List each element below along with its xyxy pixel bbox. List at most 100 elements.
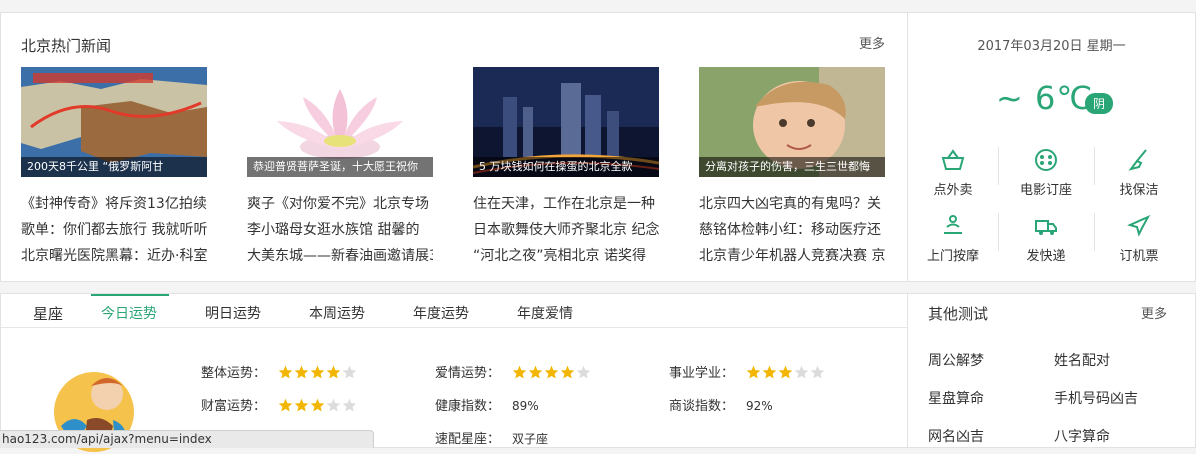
news-headline[interactable]: 李小璐母女逛水族馆 甜馨的 <box>247 217 433 243</box>
tests-more-link[interactable]: 更多 <box>1141 303 1167 322</box>
service-flight-booking[interactable]: 订机票 <box>1094 213 1184 264</box>
weather-panel: 2017年03月20日 星期一 ~ 6℃ 阴 点外卖 电影订座 找保洁 上门按摩… <box>907 12 1196 282</box>
news-headline[interactable]: 北京四大凶宅真的有鬼吗？关 <box>699 191 885 217</box>
service-label: 点外卖 <box>933 183 973 198</box>
star-filled-icon <box>294 365 309 379</box>
star-filled-icon <box>762 365 777 379</box>
star-filled-icon <box>310 398 325 412</box>
row-label: 健康指数： <box>435 399 501 414</box>
horoscope-panel: 星座 今日运势 明日运势 本周运势 年度运势 年度爱情 整体运势： 爱情运势： … <box>0 293 908 452</box>
news-thumbnail[interactable]: 200天8千公里 “俄罗斯阿甘 <box>21 67 207 177</box>
news-thumbnail[interactable]: 分离对孩子的伤害，三生三世都悔 <box>699 67 885 177</box>
tab-year[interactable]: 年度运势 <box>413 303 469 323</box>
news-headline[interactable]: 北京青少年机器人竞赛决赛 京 <box>699 243 885 269</box>
horoscope-row-match: 速配星座： 双子座 <box>435 428 548 447</box>
row-value: 双子座 <box>512 432 549 446</box>
news-panel: 北京热门新闻 更多 200天8千公里 “俄罗斯阿甘 《封神传奇》将斥资13亿拍续… <box>0 12 908 282</box>
news-thumbnail[interactable]: 5 万块钱如何在操蛋的北京全款 <box>473 67 659 177</box>
star-filled-icon <box>310 365 325 379</box>
news-thumbnail[interactable]: 恭迎普贤菩萨圣诞，十大愿王祝你 <box>247 67 433 177</box>
news-card: 200天8千公里 “俄罗斯阿甘 《封神传奇》将斥资13亿拍续 歌单：你们都去旅行… <box>21 67 207 269</box>
horoscope-row-career: 事业学业： <box>669 362 826 383</box>
test-link[interactable]: 姓名配对 <box>1054 350 1110 370</box>
test-link[interactable]: 手机号码凶吉 <box>1054 388 1138 408</box>
news-section-title: 北京热门新闻 <box>21 37 112 55</box>
row-label: 事业学业： <box>669 366 735 381</box>
news-headline[interactable]: 爽子《对你爱不完》北京专场 <box>247 191 433 217</box>
row-label: 爱情运势： <box>435 366 501 381</box>
star-filled-icon <box>528 365 543 379</box>
star-empty-icon <box>326 398 341 412</box>
news-card: 5 万块钱如何在操蛋的北京全款 住在天津，工作在北京是一种 日本歌舞伎大师齐聚北… <box>473 67 659 269</box>
star-filled-icon <box>278 365 293 379</box>
news-headline[interactable]: 北京曙光医院黑幕：近办·科室 <box>21 243 207 269</box>
service-label: 发快递 <box>1026 249 1066 264</box>
news-more-link[interactable]: 更多 <box>859 33 885 52</box>
delivery-truck-icon <box>1035 220 1057 235</box>
horoscope-row-love: 爱情运势： <box>435 362 592 383</box>
tab-this-week[interactable]: 本周运势 <box>309 303 365 323</box>
rating-stars <box>278 365 358 383</box>
row-label: 整体运势： <box>201 366 267 381</box>
divider <box>998 147 999 185</box>
service-movie-tickets[interactable]: 电影订座 <box>1001 147 1091 198</box>
test-link[interactable]: 星盘算命 <box>928 388 984 408</box>
horoscope-row-overall: 整体运势： <box>201 362 358 383</box>
massage-icon <box>944 215 962 234</box>
rating-stars <box>278 398 358 416</box>
star-empty-icon <box>810 365 825 379</box>
row-value: 92% <box>746 399 773 413</box>
star-empty-icon <box>342 398 357 412</box>
service-label: 订机票 <box>1119 249 1159 264</box>
row-label: 商谈指数： <box>669 399 735 414</box>
news-headline[interactable]: 慈铭体检韩小红：移动医疗还 <box>699 217 885 243</box>
news-headline[interactable]: “河北之夜”亮相北京 诺奖得 <box>473 243 659 269</box>
star-empty-icon <box>342 365 357 379</box>
news-headline[interactable]: 歌单：你们都去旅行 我就听听 <box>21 217 207 243</box>
news-caption[interactable]: 分离对孩子的伤害，三生三世都悔 <box>699 157 885 177</box>
news-card: 恭迎普贤菩萨圣诞，十大愿王祝你 爽子《对你爱不完》北京专场 李小璐母女逛水族馆 … <box>247 67 433 269</box>
service-massage[interactable]: 上门按摩 <box>908 213 998 264</box>
test-link[interactable]: 网名凶吉 <box>928 426 984 446</box>
star-filled-icon <box>544 365 559 379</box>
service-label: 上门按摩 <box>926 249 979 264</box>
rating-stars <box>512 365 592 383</box>
star-filled-icon <box>778 365 793 379</box>
test-link[interactable]: 周公解梦 <box>928 350 984 370</box>
airplane-icon <box>1127 214 1151 237</box>
tab-year-love[interactable]: 年度爱情 <box>517 303 573 323</box>
service-food-delivery[interactable]: 点外卖 <box>908 147 998 198</box>
service-label: 电影订座 <box>1019 183 1072 198</box>
star-filled-icon <box>326 365 341 379</box>
horoscope-row-health: 健康指数： 89% <box>435 395 539 414</box>
news-headline[interactable]: 住在天津，工作在北京是一种 <box>473 191 659 217</box>
food-basket-icon <box>941 149 965 170</box>
weather-date: 2017年03月20日 星期一 <box>977 39 1126 54</box>
star-filled-icon <box>560 365 575 379</box>
test-link[interactable]: 八字算命 <box>1054 426 1110 446</box>
news-headline[interactable]: 《封神传奇》将斥资13亿拍续 <box>21 191 207 217</box>
news-card: 分离对孩子的伤害，三生三世都悔 北京四大凶宅真的有鬼吗？关 慈铭体检韩小红：移动… <box>699 67 885 269</box>
tab-tomorrow[interactable]: 明日运势 <box>205 303 261 323</box>
other-tests-panel: 其他测试 更多 周公解梦 姓名配对 星盘算命 手机号码凶吉 网名凶吉 八字算命 <box>907 293 1196 448</box>
weather-condition-badge[interactable]: 阴 <box>1085 93 1114 114</box>
row-label: 财富运势： <box>201 399 267 414</box>
divider <box>998 213 999 251</box>
broom-icon <box>1128 149 1147 171</box>
service-courier[interactable]: 发快递 <box>1001 213 1091 264</box>
tab-today[interactable]: 今日运势 <box>101 303 157 323</box>
news-caption[interactable]: 5 万块钱如何在操蛋的北京全款 <box>473 157 659 177</box>
weather-temperature[interactable]: ~ 6℃ <box>996 79 1093 117</box>
horoscope-tabbar: 星座 今日运势 明日运势 本周运势 年度运势 年度爱情 <box>1 294 907 328</box>
news-caption[interactable]: 恭迎普贤菩萨圣诞，十大愿王祝你 <box>247 157 433 177</box>
active-tab-indicator <box>91 294 169 296</box>
horoscope-row-wealth: 财富运势： <box>201 395 358 416</box>
news-caption[interactable]: 200天8千公里 “俄罗斯阿甘 <box>21 157 207 177</box>
service-cleaning[interactable]: 找保洁 <box>1094 147 1184 198</box>
news-headline[interactable]: 大美东城——新春油画邀请展3 <box>247 243 433 269</box>
horoscope-section-label[interactable]: 星座 <box>33 303 63 324</box>
service-label: 找保洁 <box>1119 183 1159 198</box>
row-label: 速配星座： <box>435 432 501 447</box>
rating-stars <box>746 365 826 383</box>
news-headline[interactable]: 日本歌舞伎大师齐聚北京 纪念 <box>473 217 659 243</box>
